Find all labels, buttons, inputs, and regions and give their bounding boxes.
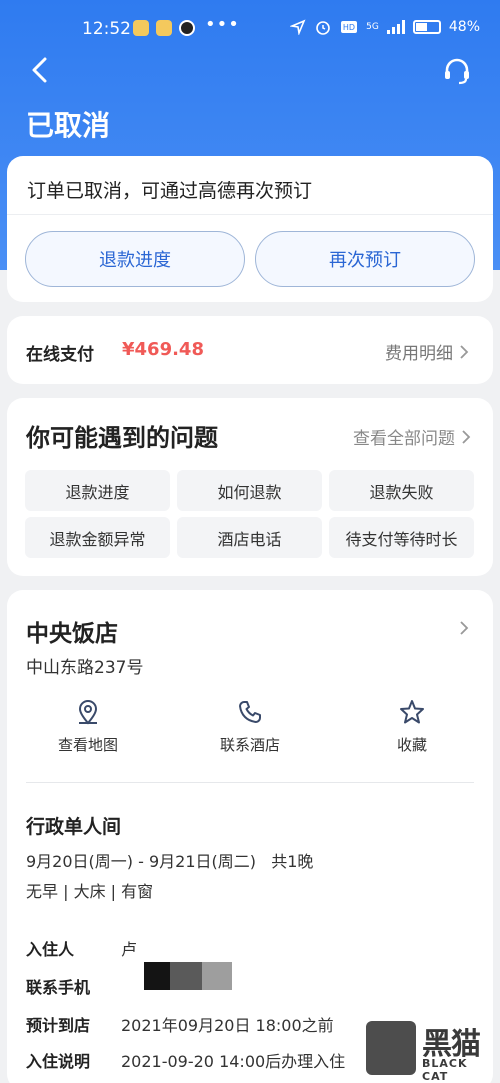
faq-card: 你可能遇到的问题 查看全部问题 退款进度 如何退款 退款失败 退款金额异常 酒店… <box>7 398 493 576</box>
hd-icon: HD <box>341 21 358 33</box>
hotel-card: 中央饭店 中山东路237号 查看地图 联系酒店 收藏 行政单人间 9月20日(周… <box>7 590 493 1083</box>
faq-chip[interactable]: 如何退款 <box>177 470 322 511</box>
phone-label: 联系手机 <box>26 978 91 997</box>
rebook-button[interactable]: 再次预订 <box>255 231 475 287</box>
refund-progress-button[interactable]: 退款进度 <box>25 231 245 287</box>
checkin-note-label: 入住说明 <box>26 1052 91 1071</box>
guest-label: 入住人 <box>26 940 75 959</box>
map-pin-icon <box>78 700 98 725</box>
hotel-address: 中山东路237号 <box>26 658 144 678</box>
cat-logo-icon <box>366 1021 416 1075</box>
headset-icon[interactable] <box>442 56 472 86</box>
faq-chip[interactable]: 酒店电话 <box>177 517 322 558</box>
star-icon <box>400 700 424 724</box>
faq-title: 你可能遇到的问题 <box>26 424 218 452</box>
arrival-label: 预计到店 <box>26 1016 91 1035</box>
payment-amount: ¥469.48 <box>122 339 204 360</box>
watermark-logo: 黑猫 BLACK CAT <box>366 1017 494 1083</box>
hotel-name[interactable]: 中央饭店 <box>26 614 118 648</box>
payment-label: 在线支付 <box>26 345 94 365</box>
battery-level: 48% <box>448 19 480 35</box>
hotel-actions: 查看地图 联系酒店 收藏 <box>7 698 493 755</box>
faq-grid: 退款进度 如何退款 退款失败 退款金额异常 酒店电话 待支付等待时长 <box>25 470 475 558</box>
arrival-value: 2021年09月20日 18:00之前 <box>121 1016 334 1035</box>
favorite-button[interactable]: 收藏 <box>331 698 493 755</box>
contact-hotel-label: 联系酒店 <box>219 736 280 754</box>
divider <box>26 782 474 783</box>
chevron-right-icon <box>460 344 469 359</box>
chevron-right-icon[interactable] <box>459 620 469 636</box>
faq-chip[interactable]: 退款进度 <box>25 470 170 511</box>
battery-icon <box>412 20 441 34</box>
signal-icon <box>386 20 405 34</box>
status-icons: HD 5G 48% <box>290 18 480 36</box>
status-time: 12:52 <box>82 19 131 39</box>
fee-detail-link[interactable]: 费用明细 <box>385 339 469 364</box>
divider <box>7 214 493 215</box>
status-bar: 12:52 ••• HD 5G 48% <box>0 0 500 58</box>
faq-chip[interactable]: 待支付等待时长 <box>329 517 474 558</box>
watermark-sub: BLACK CAT <box>422 1057 468 1083</box>
view-all-label: 查看全部问题 <box>353 429 455 449</box>
redacted-phone-mask <box>144 962 232 990</box>
network-type: 5G <box>366 21 379 32</box>
view-map-label: 查看地图 <box>57 736 118 754</box>
view-map-button[interactable]: 查看地图 <box>7 698 169 755</box>
favorite-label: 收藏 <box>396 736 427 754</box>
location-arrow-icon <box>290 19 306 35</box>
notification-app-icon <box>179 20 195 36</box>
phone-row: 联系手机 <box>26 974 121 998</box>
order-status-card: 订单已取消，可通过高德再次预订 退款进度 再次预订 <box>7 156 493 302</box>
alarm-icon <box>316 21 330 35</box>
svg-text:HD: HD <box>343 23 355 32</box>
notification-app-icon <box>133 20 149 36</box>
payment-card: 在线支付 ¥469.48 费用明细 <box>7 316 493 384</box>
room-features: 无早 | 大床 | 有窗 <box>26 882 154 901</box>
back-icon[interactable] <box>28 56 52 84</box>
page-title: 已取消 <box>26 109 111 142</box>
guest-row: 入住人 卢 <box>26 936 137 960</box>
checkin-note-value: 2021-09-20 14:00后办理入住 <box>121 1052 346 1071</box>
room-name: 行政单人间 <box>26 816 122 838</box>
chevron-right-icon <box>462 429 471 444</box>
checkin-note-row: 入住说明 2021-09-20 14:00后办理入住 <box>26 1048 345 1072</box>
cancel-message: 订单已取消，可通过高德再次预订 <box>27 180 313 202</box>
phone-icon <box>239 701 261 723</box>
view-all-questions-link[interactable]: 查看全部问题 <box>353 424 471 449</box>
stay-dates: 9月20日(周一) - 9月21日(周二) 共1晚 <box>26 852 314 871</box>
notification-app-icon <box>156 20 172 36</box>
guest-value: 卢 <box>121 940 138 959</box>
faq-chip[interactable]: 退款失败 <box>329 470 474 511</box>
more-notifications-icon: ••• <box>205 14 240 35</box>
faq-chip[interactable]: 退款金额异常 <box>25 517 170 558</box>
arrival-row: 预计到店 2021年09月20日 18:00之前 <box>26 1012 334 1036</box>
contact-hotel-button[interactable]: 联系酒店 <box>169 698 331 755</box>
fee-detail-label: 费用明细 <box>385 344 453 364</box>
